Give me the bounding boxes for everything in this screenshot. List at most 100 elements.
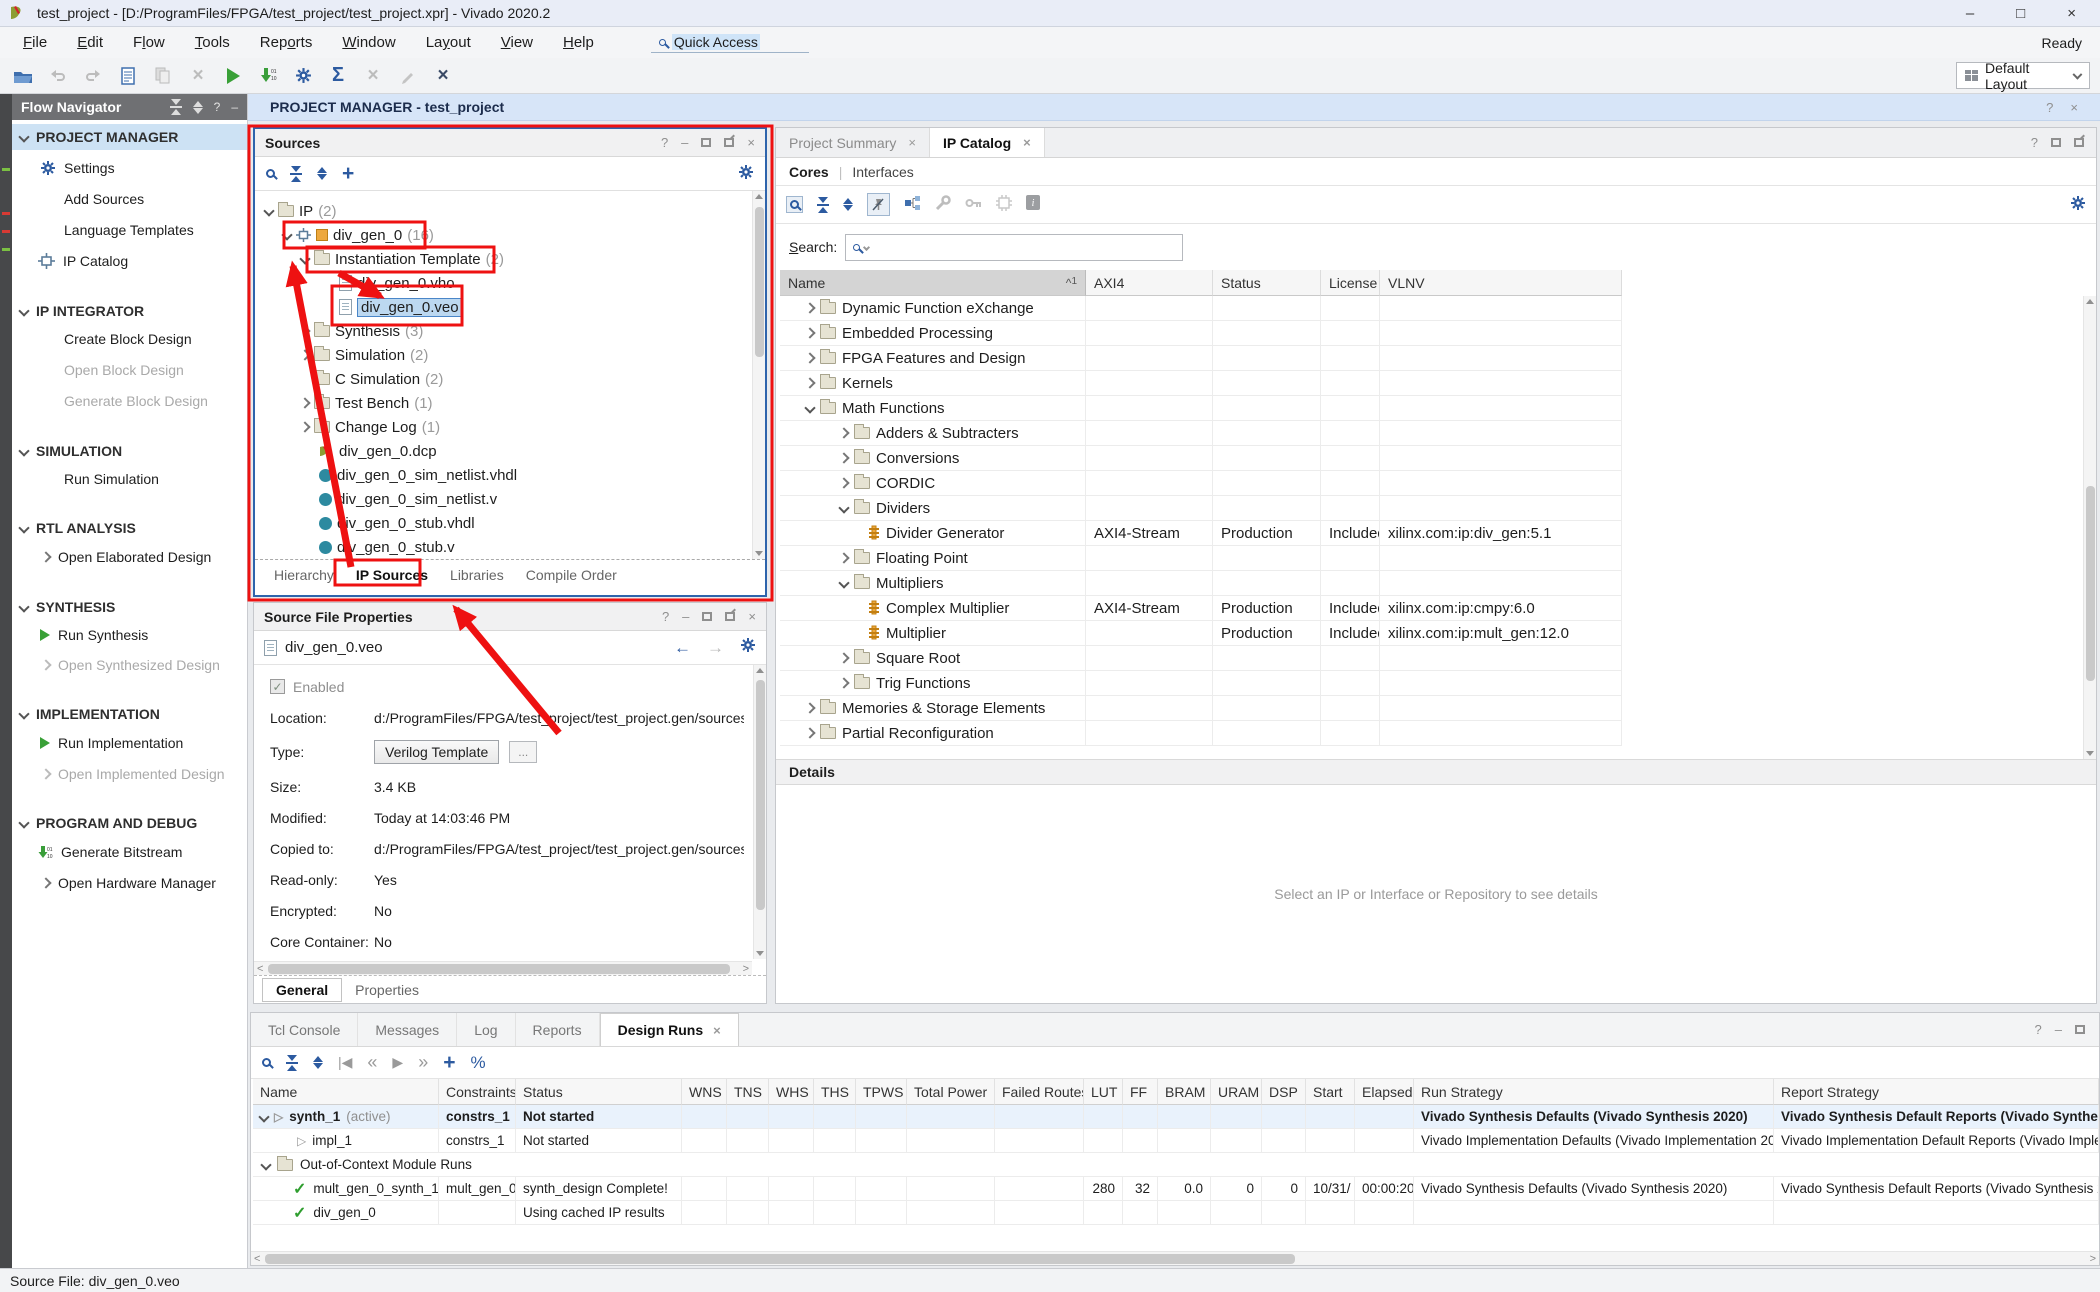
run-row-impl-1[interactable]: ▷impl_1 constrs_1Not started Vivado Impl… xyxy=(253,1129,2099,1153)
sfp-panel-header[interactable]: Source File Properties ? – × xyxy=(254,603,766,631)
step-forward-icon[interactable]: » xyxy=(418,1052,428,1073)
catalog-row[interactable]: Partial Reconfiguration xyxy=(780,721,1626,746)
minimize-panel-icon[interactable]: – xyxy=(2055,1022,2062,1037)
expand-all-icon[interactable] xyxy=(313,1056,323,1069)
tree-item-stub-vhdl[interactable]: div_gen_0_stub.vhdl xyxy=(255,511,765,535)
run-row-mult-gen-0-synth-1[interactable]: ✓mult_gen_0_synth_1 mult_gen_0synth_desi… xyxy=(253,1177,2099,1201)
filter-pin-icon[interactable] xyxy=(867,193,890,216)
tab-properties[interactable]: Properties xyxy=(342,979,432,1001)
ip-search-input[interactable] xyxy=(845,234,1183,261)
tree-item-test-bench[interactable]: Test Bench(1) xyxy=(255,391,765,415)
sidebar-item-generate-bitstream[interactable]: 0110Generate Bitstream xyxy=(12,839,247,865)
collapsed-panel-strip[interactable] xyxy=(0,94,12,1268)
info-icon[interactable]: i xyxy=(1026,195,1040,214)
maximize-panel-icon[interactable] xyxy=(2051,138,2061,147)
customize-ip-icon[interactable] xyxy=(935,195,951,215)
collapse-all-icon[interactable] xyxy=(170,99,182,115)
maximize-panel-icon[interactable] xyxy=(702,612,712,621)
menu-flow[interactable]: Flow xyxy=(118,27,180,58)
undo-icon[interactable] xyxy=(45,63,71,89)
subtab-cores[interactable]: Cores xyxy=(789,164,829,180)
sidebar-item-open-hardware-manager[interactable]: Open Hardware Manager xyxy=(12,870,247,896)
sidebar-section-program-and-debug[interactable]: PROGRAM AND DEBUG xyxy=(12,810,247,836)
float-panel-icon[interactable] xyxy=(725,612,735,621)
chevron-right-icon[interactable] xyxy=(838,552,849,563)
float-panel-icon[interactable] xyxy=(2074,138,2084,147)
tree-item-div-gen-0[interactable]: div_gen_0(16) xyxy=(255,223,765,247)
step-back-icon[interactable]: « xyxy=(367,1052,377,1073)
expand-all-icon[interactable] xyxy=(193,101,203,114)
chevron-down-icon[interactable] xyxy=(281,229,292,240)
tree-item-change-log[interactable]: Change Log(1) xyxy=(255,415,765,439)
gear-icon[interactable] xyxy=(740,637,756,658)
menu-file[interactable]: File xyxy=(8,27,62,58)
tree-item-sim-netlist-v[interactable]: div_gen_0_sim_netlist.v xyxy=(255,487,765,511)
search-icon[interactable] xyxy=(262,1058,271,1067)
sidebar-item-run-implementation[interactable]: Run Implementation xyxy=(12,730,247,756)
chevron-down-icon[interactable] xyxy=(804,402,815,413)
menu-view[interactable]: View xyxy=(486,27,548,58)
run-row-div-gen-0[interactable]: ✓div_gen_0 Using cached IP results xyxy=(253,1201,2099,1225)
catalog-row[interactable]: Embedded Processing xyxy=(780,321,1626,346)
collapse-all-icon[interactable] xyxy=(286,1055,298,1071)
minimize-panel-icon[interactable]: – xyxy=(231,100,238,114)
collapse-all-icon[interactable] xyxy=(817,197,829,213)
catalog-row[interactable]: Floating Point xyxy=(780,546,1626,571)
tab-hierarchy[interactable]: Hierarchy xyxy=(263,567,345,583)
column-vlnv[interactable]: VLNV xyxy=(1380,270,1622,296)
sidebar-item-add-sources[interactable]: Add Sources xyxy=(12,186,247,212)
chevron-down-icon[interactable] xyxy=(299,253,310,264)
sidebar-item-open-elaborated-design[interactable]: Open Elaborated Design xyxy=(12,544,247,570)
scrollbar-thumb[interactable] xyxy=(265,1254,1295,1264)
tree-item-simulation[interactable]: Simulation(2) xyxy=(255,343,765,367)
back-arrow-icon[interactable]: ← xyxy=(674,638,691,658)
tab-ip-sources[interactable]: IP Sources xyxy=(345,567,439,583)
help-icon[interactable]: ? xyxy=(2031,135,2038,150)
quick-access-search[interactable]: Quick Access xyxy=(651,32,809,53)
scrollbar-thumb[interactable] xyxy=(268,964,730,974)
report-document-icon[interactable] xyxy=(115,63,141,89)
sigma-report-icon[interactable]: Σ xyxy=(325,63,351,89)
chevron-down-icon[interactable] xyxy=(258,1111,269,1122)
tree-item-div-gen-0-veo[interactable]: div_gen_0.veo xyxy=(255,295,765,319)
menu-layout[interactable]: Layout xyxy=(411,27,486,58)
help-icon[interactable]: ? xyxy=(2046,100,2053,115)
tab-tcl-console[interactable]: Tcl Console xyxy=(251,1013,358,1046)
expand-all-icon[interactable] xyxy=(843,198,853,211)
sfp-vertical-scrollbar[interactable] xyxy=(753,665,766,959)
catalog-row[interactable]: Adders & Subtracters xyxy=(780,421,1626,446)
layout-selector[interactable]: Default Layout xyxy=(1956,62,2090,89)
chevron-right-icon[interactable] xyxy=(299,349,310,360)
sidebar-section-synthesis[interactable]: SYNTHESIS xyxy=(12,594,247,620)
close-tab-icon[interactable]: × xyxy=(908,135,916,150)
catalog-row[interactable]: Dynamic Function eXchange xyxy=(780,296,1626,321)
catalog-row-complex-multiplier[interactable]: Complex MultiplierAXI4-StreamProductionI… xyxy=(780,596,1626,621)
sidebar-section-project-manager[interactable]: PROJECT MANAGER xyxy=(12,124,247,150)
minimize-icon[interactable]: – xyxy=(1966,5,1974,22)
first-run-icon[interactable]: |◀ xyxy=(338,1054,352,1071)
group-by-hierarchy-icon[interactable] xyxy=(904,195,921,215)
sidebar-item-open-synthesized-design[interactable]: Open Synthesized Design xyxy=(12,652,247,678)
menu-help[interactable]: Help xyxy=(548,27,609,58)
license-key-icon[interactable] xyxy=(965,196,982,214)
tree-item-sim-netlist-vhdl[interactable]: div_gen_0_sim_netlist.vhdl xyxy=(255,463,765,487)
tab-ip-catalog[interactable]: IP Catalog× xyxy=(930,128,1045,157)
sidebar-item-create-block-design[interactable]: Create Block Design xyxy=(12,326,247,352)
add-sources-icon[interactable]: + xyxy=(342,162,354,186)
catalog-row[interactable]: Memories & Storage Elements xyxy=(780,696,1626,721)
menu-tools[interactable]: Tools xyxy=(180,27,245,58)
chevron-right-icon[interactable] xyxy=(804,702,815,713)
subtab-interfaces[interactable]: Interfaces xyxy=(852,164,913,180)
sources-vertical-scrollbar[interactable] xyxy=(752,191,765,559)
catalog-row[interactable]: Multipliers xyxy=(780,571,1626,596)
tree-item-ip[interactable]: IP(2) xyxy=(255,199,765,223)
gear-icon[interactable] xyxy=(2070,195,2086,215)
close-icon[interactable]: × xyxy=(2070,100,2078,115)
minimize-panel-icon[interactable]: – xyxy=(681,135,688,150)
sidebar-section-rtl-analysis[interactable]: RTL ANALYSIS xyxy=(12,515,247,541)
sidebar-section-ip-integrator[interactable]: IP INTEGRATOR xyxy=(12,298,247,324)
chip-icon[interactable] xyxy=(996,195,1012,215)
sidebar-item-settings[interactable]: Settings xyxy=(12,155,247,181)
close-icon[interactable]: × xyxy=(2067,5,2076,22)
help-icon[interactable]: ? xyxy=(2035,1022,2042,1037)
